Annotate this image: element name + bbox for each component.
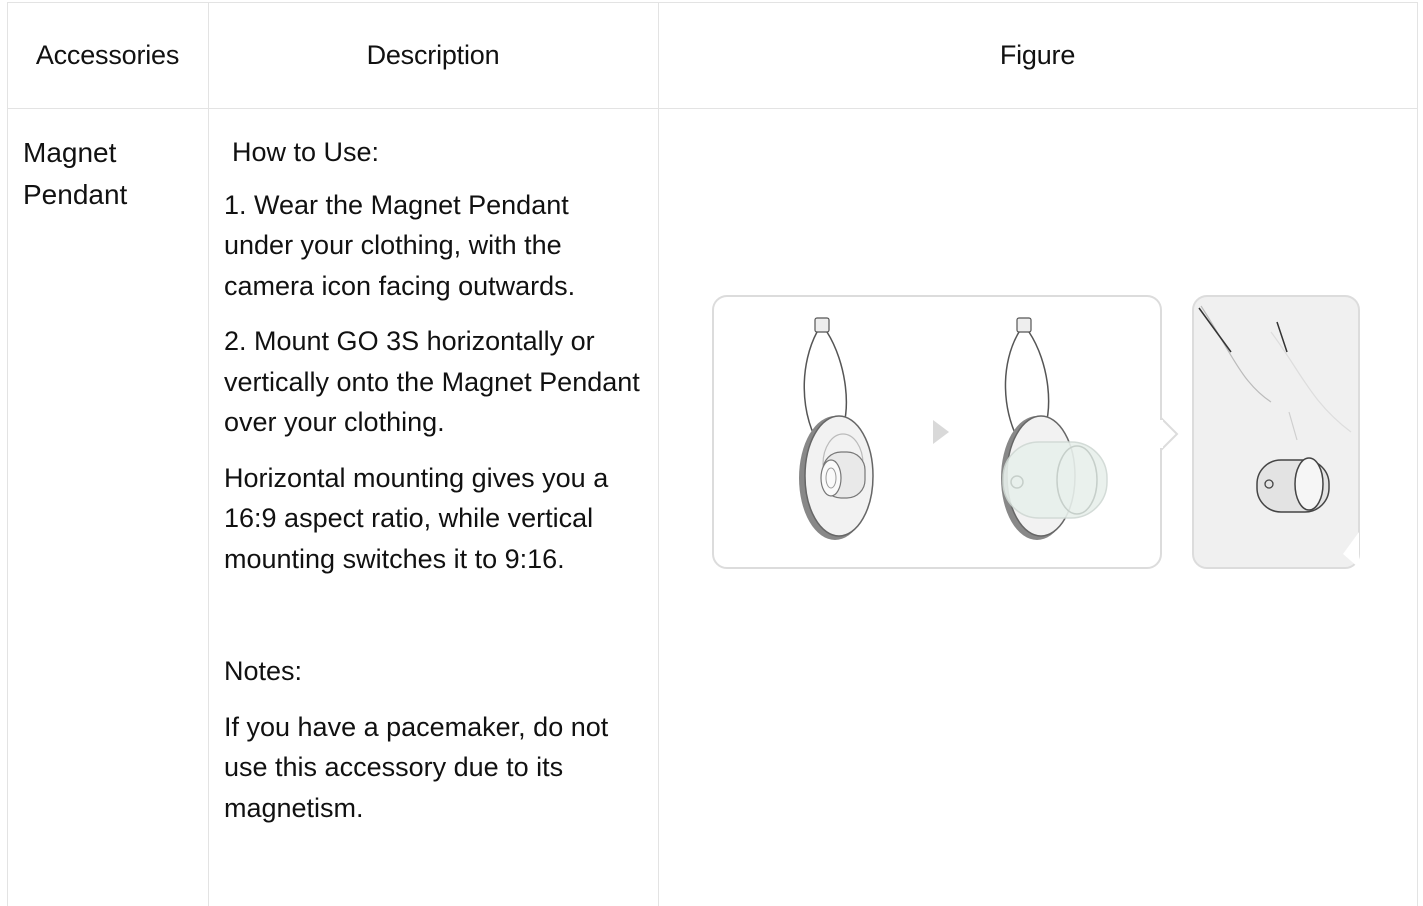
column-divider-1 — [208, 2, 209, 906]
aspect-ratio-note: Horizontal mounting gives you a 16:9 asp… — [224, 462, 609, 574]
column-divider-2 — [658, 2, 659, 906]
figure-illustration — [711, 292, 1361, 572]
worn-panel — [1192, 295, 1360, 569]
how-to-use-heading: How to Use: — [232, 137, 380, 167]
figure-svg — [712, 295, 1360, 569]
description-cell: How to Use: 1. Wear the Magnet Pendant u… — [224, 132, 644, 828]
table-border-right — [1417, 2, 1418, 906]
header-description: Description — [366, 39, 500, 70]
accessory-name: Magnet Pendant — [23, 137, 128, 210]
accessories-table: Accessories Description Figure Magnet Pe… — [7, 2, 1418, 906]
step-2-text: 2. Mount GO 3S horizontally or verticall… — [224, 326, 640, 437]
notes-heading: Notes: — [224, 656, 303, 686]
header-divider — [7, 108, 1418, 109]
table-border-left — [7, 2, 8, 906]
step-1-text: 1. Wear the Magnet Pendant under your cl… — [224, 189, 576, 301]
header-figure: Figure — [999, 39, 1076, 70]
notes-text: If you have a pacemaker, do not use this… — [224, 711, 609, 823]
header-accessories: Accessories — [35, 39, 180, 70]
